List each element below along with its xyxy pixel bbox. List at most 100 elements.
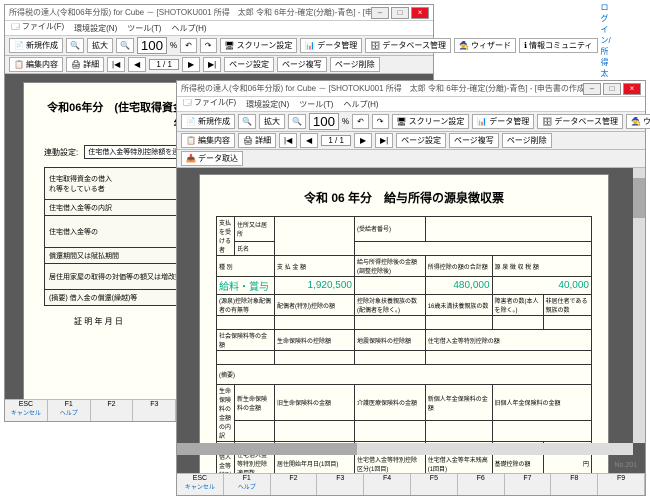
- fkey-f7-2[interactable]: F7: [505, 474, 552, 495]
- cell-nonres-v[interactable]: [543, 316, 592, 330]
- zoom-enlarge-button[interactable]: 拡大: [87, 38, 113, 53]
- print-button-2[interactable]: 🖨詳細: [238, 133, 276, 148]
- fkey-f1-2[interactable]: F1ヘルプ: [224, 474, 271, 495]
- new-button[interactable]: 📄新規作成: [9, 38, 63, 53]
- menu-tools-2[interactable]: ツール(T): [299, 99, 333, 110]
- first-page-button-2[interactable]: |◀: [279, 133, 297, 148]
- menu-file[interactable]: 🗔 ファイル(F): [11, 21, 64, 35]
- cell-spamt-v[interactable]: [275, 316, 355, 330]
- cell-name-2[interactable]: [355, 241, 592, 255]
- fkey-f2[interactable]: F2: [91, 400, 134, 421]
- db-manage-button[interactable]: 🗄データベース管理: [365, 38, 451, 53]
- undo-button-2[interactable]: ↶: [352, 114, 369, 129]
- cell-ins-v[interactable]: [217, 351, 275, 365]
- scrollbar-horizontal[interactable]: [177, 443, 633, 455]
- cell-deps-v[interactable]: [355, 316, 426, 330]
- minimize-button[interactable]: –: [371, 7, 389, 19]
- last-page-button[interactable]: ▶|: [203, 57, 221, 72]
- first-page-button[interactable]: |◀: [107, 57, 125, 72]
- data-manage-button[interactable]: 📊データ管理: [300, 38, 362, 53]
- cell-lifeins-v[interactable]: [275, 351, 355, 365]
- cell-house-v[interactable]: [425, 351, 591, 365]
- page-copy-button-2[interactable]: ページ複写: [449, 133, 499, 148]
- fkey-f6-2[interactable]: F6: [458, 474, 505, 495]
- new-button-2[interactable]: 📄新規作成: [181, 114, 235, 129]
- val-dedtotal[interactable]: 480,000: [425, 277, 492, 295]
- cell-carenew-v[interactable]: [355, 421, 426, 442]
- layout-button[interactable]: 📋編集内容: [9, 57, 63, 72]
- zoom-enlarge-button-2[interactable]: 拡大: [259, 114, 285, 129]
- next-page-button[interactable]: ▶: [182, 57, 200, 72]
- cell-summary[interactable]: (摘要): [217, 365, 592, 385]
- zoom-input[interactable]: [137, 37, 167, 54]
- cell-lifenew-v[interactable]: [235, 421, 275, 442]
- cell-spouse-v[interactable]: [217, 316, 275, 330]
- cell-pennew-v[interactable]: [425, 421, 492, 442]
- fkey-f1[interactable]: F1ヘルプ: [48, 400, 91, 421]
- undo-button[interactable]: ↶: [180, 38, 197, 53]
- page-delete-button-2[interactable]: ページ削除: [502, 133, 552, 148]
- fkey-f5-2[interactable]: F5: [411, 474, 458, 495]
- fkey-f3-2[interactable]: F3: [317, 474, 364, 495]
- screen-settings-button[interactable]: 🖥スクリーン設定: [220, 38, 298, 53]
- wizard-button-2[interactable]: 🧙ウィザード: [626, 114, 650, 129]
- data-import-button[interactable]: 📥データ取込: [181, 151, 243, 166]
- cell-disab-v[interactable]: [492, 316, 543, 330]
- zoom-in-button[interactable]: 🔍: [116, 38, 134, 53]
- wizard-button[interactable]: 🧙ウィザード: [454, 38, 516, 53]
- titlebar[interactable]: 所得税の達人(令和06年分版) for Cube － [SHOTOKU001 所…: [5, 5, 433, 21]
- page-settings-button[interactable]: ページ設定: [224, 57, 274, 72]
- titlebar-2[interactable]: 所得税の達人(令和06年分版) for Cube － [SHOTOKU001 所…: [177, 81, 645, 97]
- menu-env-2[interactable]: 環境設定(N): [246, 99, 289, 110]
- val-pay[interactable]: 1,920,500: [275, 277, 355, 295]
- fkey-f9-2[interactable]: F9: [598, 474, 645, 495]
- last-page-button-2[interactable]: ▶|: [375, 133, 393, 148]
- login-status[interactable]: ログイン/所得 太郎: [601, 2, 611, 90]
- redo-button-2[interactable]: ↷: [372, 114, 389, 129]
- menu-env[interactable]: 環境設定(N): [74, 23, 117, 34]
- cell-eqins-v[interactable]: [355, 351, 426, 365]
- scrollbar-vertical[interactable]: [633, 168, 645, 443]
- next-page-button-2[interactable]: ▶: [354, 133, 372, 148]
- page-delete-button[interactable]: ページ削除: [330, 57, 380, 72]
- cell-under16-v[interactable]: [425, 316, 492, 330]
- cell-payer-no[interactable]: [425, 217, 591, 242]
- fkey-esc-2[interactable]: ESCキャンセル: [177, 474, 224, 495]
- fkey-f4-2[interactable]: F4: [364, 474, 411, 495]
- zoom-in-button-2[interactable]: 🔍: [288, 114, 306, 129]
- prev-page-button-2[interactable]: ◀: [300, 133, 318, 148]
- close-button[interactable]: ×: [411, 7, 429, 19]
- zoom-out-button[interactable]: 🔍: [66, 38, 84, 53]
- prev-page-button[interactable]: ◀: [128, 57, 146, 72]
- menu-help-2[interactable]: ヘルプ(H): [343, 99, 378, 110]
- layout-button-2[interactable]: 📋編集内容: [181, 133, 235, 148]
- db-manage-button-2[interactable]: 🗄データベース管理: [537, 114, 623, 129]
- screen-settings-button-2[interactable]: 🖥スクリーン設定: [392, 114, 470, 129]
- fkey-f8-2[interactable]: F8: [551, 474, 598, 495]
- redo-button[interactable]: ↷: [200, 38, 217, 53]
- page-copy-button[interactable]: ページ複写: [277, 57, 327, 72]
- page-settings-button-2[interactable]: ページ設定: [396, 133, 446, 148]
- info-community-button[interactable]: ℹ情報コミュニティ: [519, 38, 598, 53]
- menu-help[interactable]: ヘルプ(H): [171, 23, 206, 34]
- menu-file-2[interactable]: 🗔 ファイル(F): [183, 97, 236, 111]
- minimize-button-2[interactable]: –: [583, 83, 601, 95]
- val-afterded[interactable]: [355, 277, 426, 295]
- data-manage-button-2[interactable]: 📊データ管理: [472, 114, 534, 129]
- maximize-button-2[interactable]: □: [603, 83, 621, 95]
- cell-lifeold-v[interactable]: [275, 421, 355, 442]
- print-button[interactable]: 🖨詳細: [66, 57, 104, 72]
- fkey-f2-2[interactable]: F2: [271, 474, 318, 495]
- val-type[interactable]: 給料・賞与: [217, 277, 275, 295]
- maximize-button[interactable]: □: [391, 7, 409, 19]
- menu-tools[interactable]: ツール(T): [127, 23, 161, 34]
- zoom-input-2[interactable]: [309, 113, 339, 130]
- page-indicator-2: 1 / 1: [321, 135, 351, 146]
- close-button-2[interactable]: ×: [623, 83, 641, 95]
- zoom-out-button-2[interactable]: 🔍: [238, 114, 256, 129]
- val-withh[interactable]: 40,000: [492, 277, 591, 295]
- fkey-esc[interactable]: ESCキャンセル: [5, 400, 48, 421]
- fkey-f3[interactable]: F3: [133, 400, 176, 421]
- cell-penold-v[interactable]: [492, 421, 591, 442]
- cell-addr[interactable]: [275, 217, 355, 256]
